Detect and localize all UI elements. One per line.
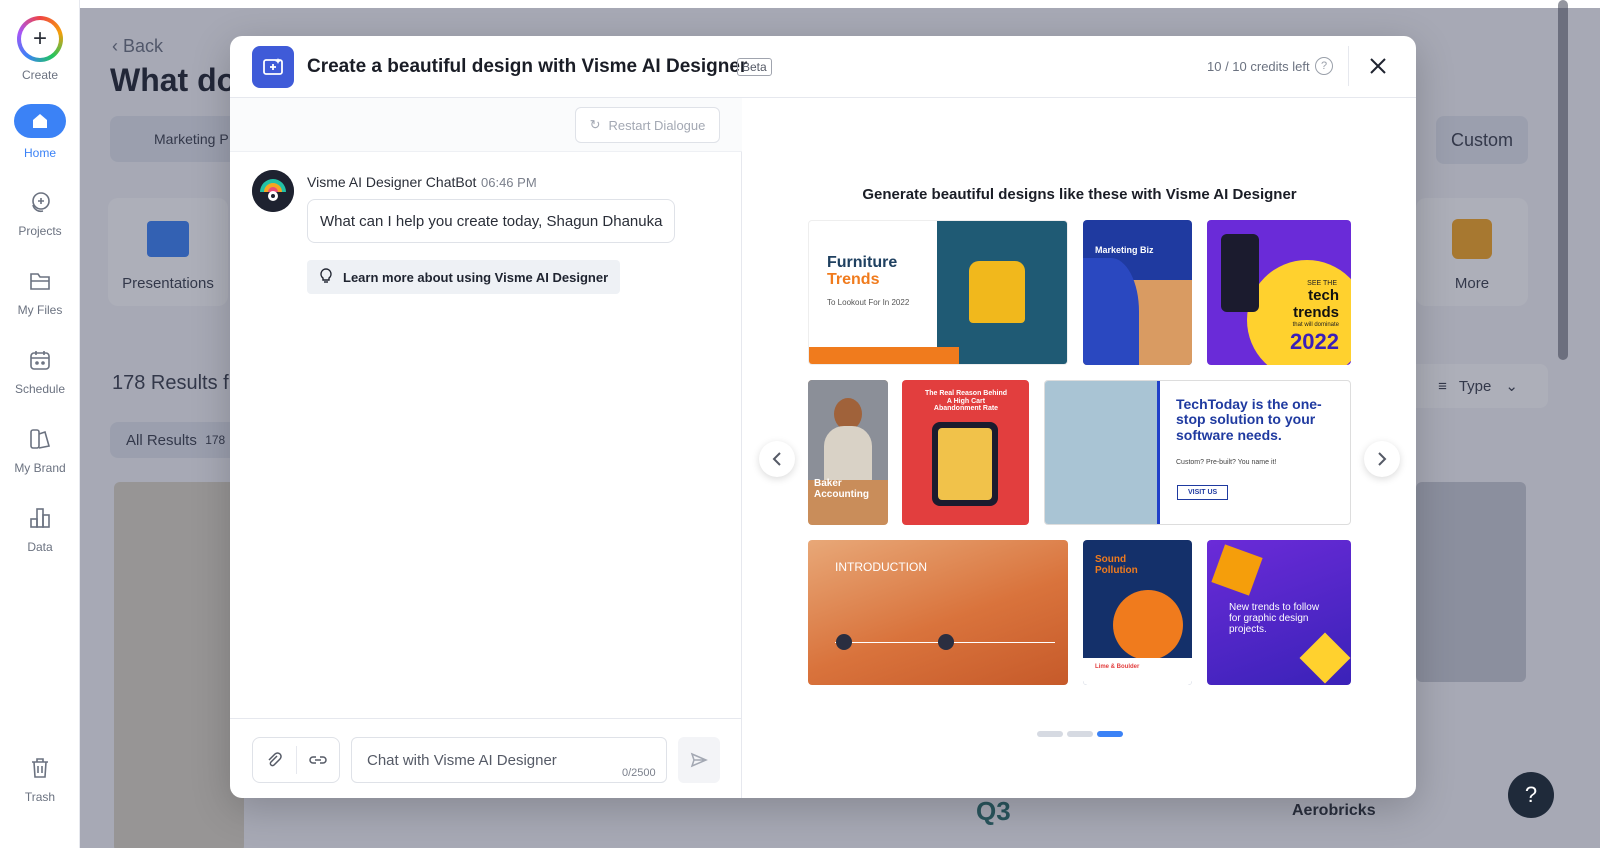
chat-panel: ↻ Restart Dialogue Visme AI Designer Cha… [230, 98, 742, 798]
credits-left: 10 / 10 credits left [1207, 59, 1310, 74]
link-icon [309, 756, 327, 764]
close-button[interactable] [1364, 52, 1392, 80]
chatbot-message: What can I help you create today, Shagun… [307, 199, 676, 243]
sidebar-item-label: My Brand [14, 461, 66, 475]
gallery-title: Generate beautiful designs like these wi… [862, 186, 1297, 203]
send-icon [690, 752, 708, 768]
sidebar-item-label: Schedule [14, 382, 66, 396]
sidebar-item-projects[interactable]: Projects [0, 188, 80, 238]
message-timestamp: 06:46 PM [481, 175, 537, 190]
example-furniture-trends[interactable]: Furniture Trends To Lookout For In 2022 [808, 220, 1068, 365]
example-cart-abandonment[interactable]: The Real Reason Behind A High Cart Aband… [902, 380, 1029, 525]
carousel-next-button[interactable] [1364, 441, 1400, 477]
attach-file-button[interactable] [253, 738, 296, 782]
sidebar-item-label: Projects [18, 224, 62, 238]
sidebar-item-label: Trash [24, 790, 56, 804]
modal-header: Create a beautiful design with Visme AI … [230, 36, 1416, 98]
example-sound-pollution[interactable]: Sound Pollution Lime & Boulder [1083, 540, 1192, 685]
example-marketing-biz[interactable]: Marketing Biz [1083, 220, 1192, 365]
sidebar-item-trash[interactable]: Trash [0, 754, 80, 804]
sidebar-item-create[interactable]: + Create [0, 16, 80, 82]
chat-composer: Chat with Visme AI Designer 0/2500 [230, 718, 742, 798]
close-icon [1370, 58, 1386, 74]
example-introduction[interactable]: INTRODUCTION [808, 540, 1068, 685]
chevron-left-icon [772, 452, 781, 466]
carousel-dot[interactable] [1067, 731, 1093, 737]
chat-input[interactable]: Chat with Visme AI Designer [351, 737, 667, 783]
sidebar-item-schedule[interactable]: Schedule [0, 346, 80, 396]
sidebar-item-my-files[interactable]: My Files [0, 267, 80, 317]
folder-icon [26, 267, 54, 295]
send-button[interactable] [678, 737, 720, 783]
chatbot-avatar [252, 170, 294, 212]
example-new-trends[interactable]: New trends to follow for graphic design … [1207, 540, 1351, 685]
attach-link-button[interactable] [297, 738, 340, 782]
attachment-group [252, 737, 340, 783]
trash-icon [26, 754, 54, 782]
sidebar-item-my-brand[interactable]: My Brand [0, 425, 80, 475]
chevron-right-icon [1378, 452, 1387, 466]
projects-icon [26, 188, 54, 216]
plus-icon: + [17, 16, 63, 62]
sidebar-item-label: Data [27, 540, 53, 554]
lightbulb-icon [319, 267, 333, 287]
learn-more-button[interactable]: Learn more about using Visme AI Designer [307, 260, 621, 294]
beta-badge: Beta [737, 58, 772, 76]
page-scrollbar[interactable] [1558, 0, 1568, 360]
sidebar-item-data[interactable]: Data [0, 504, 80, 554]
modal-title: Create a beautiful design with Visme AI … [307, 56, 748, 77]
chatbot-name: Visme AI Designer ChatBot [307, 174, 477, 190]
example-techtoday[interactable]: TechToday is the one-stop solution to yo… [1044, 380, 1351, 525]
home-icon [14, 104, 66, 138]
sidebar-item-label: My Files [17, 303, 63, 317]
paperclip-icon [268, 752, 283, 767]
restart-icon: ↻ [589, 117, 601, 132]
sidebar-item-label: Create [21, 68, 59, 82]
carousel-prev-button[interactable] [759, 441, 795, 477]
chat-toolbar: ↻ Restart Dialogue [230, 98, 742, 152]
carousel-dot[interactable] [1037, 731, 1063, 737]
ai-designer-icon [252, 46, 294, 88]
left-sidebar: + Create Home Projects My Files Schedule… [0, 0, 80, 848]
brand-icon [26, 425, 54, 453]
char-count: 0/2500 [622, 767, 656, 779]
calendar-icon [26, 346, 54, 374]
data-icon [26, 504, 54, 532]
example-gallery: Generate beautiful designs like these wi… [743, 98, 1416, 798]
restart-dialogue-button[interactable]: ↻ Restart Dialogue [575, 107, 720, 143]
sidebar-item-label: Home [23, 146, 56, 160]
carousel-dot-active[interactable] [1097, 731, 1123, 737]
header-divider [1348, 46, 1349, 86]
example-tech-trends[interactable]: SEE THE tech trends that will dominate 2… [1207, 220, 1351, 365]
help-button[interactable]: ? [1508, 772, 1554, 818]
example-baker-accounting[interactable]: Baker Accounting [808, 380, 888, 525]
sidebar-item-home[interactable]: Home [0, 104, 80, 160]
question-icon[interactable]: ? [1315, 57, 1333, 75]
ai-designer-modal: Create a beautiful design with Visme AI … [230, 36, 1416, 798]
